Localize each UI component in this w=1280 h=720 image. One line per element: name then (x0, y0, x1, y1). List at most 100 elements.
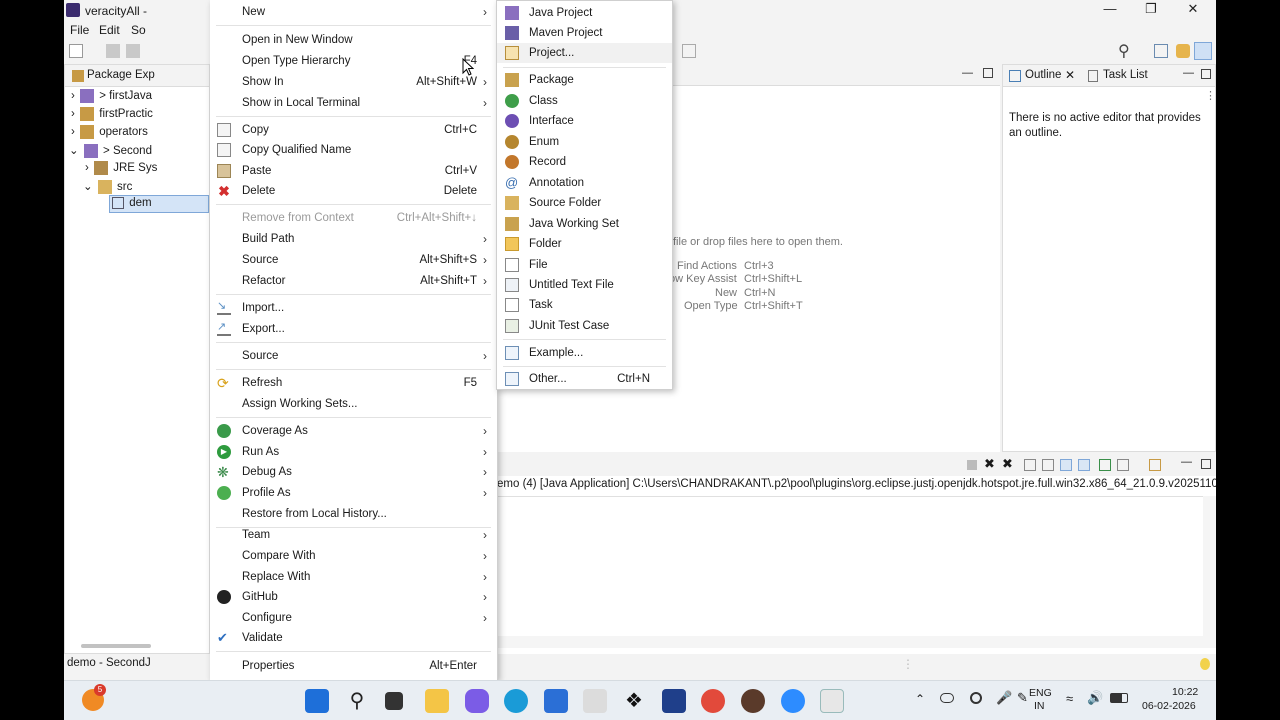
new-icon[interactable] (69, 44, 83, 58)
console-vertical-scrollbar[interactable] (1203, 496, 1216, 636)
pin-editor-icon[interactable] (682, 44, 696, 58)
taskbar-search-icon[interactable]: ⚲ (345, 689, 369, 713)
new-item-task[interactable]: Task (497, 295, 672, 315)
maximize-editor-icon[interactable] (983, 68, 993, 78)
b-app-icon[interactable] (662, 689, 686, 713)
new-item-java-working-set[interactable]: Java Working Set (497, 214, 672, 234)
search-icon[interactable]: ⚲ (1118, 41, 1130, 61)
ctx-item-assign-working-sets[interactable]: Assign Working Sets... (210, 394, 497, 414)
new-item-junit-test-case[interactable]: JUnit Test Case (497, 316, 672, 336)
maximize-console-icon[interactable] (1201, 459, 1211, 469)
new-item-file[interactable]: File (497, 255, 672, 275)
new-item-java-project[interactable]: Java Project (497, 3, 672, 23)
ctx-item-refresh[interactable]: ⟳ Refresh F5 (210, 373, 497, 393)
ctx-item-team[interactable]: Team › (210, 525, 497, 545)
new-item-folder[interactable]: Folder (497, 234, 672, 254)
display-console-icon[interactable] (1117, 459, 1129, 471)
ctx-item-new[interactable]: New › (210, 2, 497, 22)
ctx-item-refactor[interactable]: Refactor Alt+Shift+T › (210, 271, 497, 291)
edge-browser-icon[interactable] (504, 689, 528, 713)
task-list-tab[interactable]: Task List (1103, 69, 1148, 81)
dropbox-icon[interactable]: ❖ (622, 689, 646, 713)
scroll-lock-icon[interactable] (1024, 459, 1036, 471)
pen-icon[interactable]: ✎ (1017, 690, 1028, 706)
new-item-other[interactable]: Other... Ctrl+N (497, 369, 672, 389)
ctx-item-configure[interactable]: Configure › (210, 608, 497, 628)
horizontal-scrollbar[interactable] (81, 644, 151, 648)
ctx-item-replace-with[interactable]: Replace With › (210, 567, 497, 587)
new-item-record[interactable]: Record (497, 152, 672, 172)
eclipse-taskbar-icon[interactable] (741, 689, 765, 713)
console-horizontal-scrollbar[interactable] (497, 636, 1216, 648)
perspective-icon[interactable] (1154, 44, 1168, 58)
ctx-item-source-alt[interactable]: Source Alt+Shift+S › (210, 250, 497, 270)
show-console-stdout-icon[interactable] (1060, 459, 1072, 471)
clock-time[interactable]: 10:22 (1172, 686, 1198, 698)
close-window-button[interactable]: ✕ (1186, 2, 1200, 16)
ctx-item-open-type-hierarchy[interactable]: Open Type Hierarchy F4 (210, 51, 497, 71)
open-console-icon[interactable] (1149, 459, 1161, 471)
new-item-source-folder[interactable]: Source Folder (497, 193, 672, 213)
ctx-item-show-in[interactable]: Show In Alt+Shift+W › (210, 72, 497, 92)
minimize-outline-icon[interactable]: — (1183, 67, 1194, 79)
ctx-item-validate[interactable]: ✔ Validate (210, 628, 497, 648)
ctx-item-restore-local-history[interactable]: Restore from Local History... (210, 504, 497, 524)
recording-icon[interactable] (970, 692, 982, 704)
debug-perspective-icon[interactable] (1176, 44, 1190, 58)
ctx-item-paste[interactable]: Paste Ctrl+V (210, 161, 497, 181)
ctx-item-github[interactable]: GitHub › (210, 587, 497, 607)
task-view-icon[interactable] (385, 692, 403, 710)
ctx-item-build-path[interactable]: Build Path › (210, 229, 497, 249)
word-wrap-icon[interactable] (1042, 459, 1054, 471)
menu-edit[interactable]: Edit (99, 23, 120, 37)
microsoft-store-icon[interactable] (544, 689, 568, 713)
onedrive-icon[interactable] (940, 693, 954, 703)
ctx-item-delete[interactable]: ✖ Delete Delete (210, 181, 497, 201)
ctx-item-copy[interactable]: Copy Ctrl+C (210, 120, 497, 140)
new-item-annotation[interactable]: @ Annotation (497, 173, 672, 193)
maximize-outline-icon[interactable] (1201, 69, 1211, 79)
terminate-icon[interactable] (967, 460, 977, 470)
language-line2[interactable]: IN (1034, 700, 1045, 712)
ctx-item-source[interactable]: Source › (210, 346, 497, 366)
ctx-item-run-as[interactable]: ▶ Run As › (210, 442, 497, 462)
wifi-icon[interactable]: ≈ (1066, 691, 1073, 706)
tip-bulb-icon[interactable] (1200, 658, 1210, 670)
new-item-maven-project[interactable]: Maven Project (497, 23, 672, 43)
ctx-item-open-new-window[interactable]: Open in New Window (210, 30, 497, 50)
battery-icon[interactable] (1110, 693, 1128, 703)
maximize-button[interactable]: ❐ (1144, 2, 1158, 16)
ctx-item-show-local-terminal[interactable]: Show in Local Terminal › (210, 93, 497, 113)
minimize-editor-icon[interactable]: — (962, 67, 973, 79)
ctx-item-coverage-as[interactable]: Coverage As › (210, 421, 497, 441)
copilot-icon[interactable] (465, 689, 489, 713)
expand-chevron-icon[interactable]: › (71, 126, 75, 138)
zoom-icon[interactable] (781, 689, 805, 713)
show-console-stderr-icon[interactable] (1078, 459, 1090, 471)
pin-console-icon[interactable] (1099, 459, 1111, 471)
tree-item-jre-system[interactable]: › JRE Sys (85, 161, 157, 179)
tree-item-firstpractic[interactable]: › firstPractic (71, 107, 153, 125)
new-item-class[interactable]: Class (497, 91, 672, 111)
new-item-interface[interactable]: Interface (497, 111, 672, 131)
show-hidden-icons-icon[interactable]: ⌃ (915, 692, 925, 706)
console-output[interactable] (497, 496, 1203, 636)
ctx-item-compare-with[interactable]: Compare With › (210, 546, 497, 566)
tree-item-operators[interactable]: › operators (71, 125, 148, 143)
clock-date[interactable]: 06-02-2026 (1142, 700, 1196, 712)
ctx-item-import[interactable]: ↘ Import... (210, 298, 497, 318)
save-all-icon[interactable] (126, 44, 140, 58)
collapse-chevron-icon[interactable]: ⌄ (69, 145, 79, 157)
new-item-untitled-text-file[interactable]: Untitled Text File (497, 275, 672, 295)
start-menu-icon[interactable] (305, 689, 329, 713)
new-item-package[interactable]: Package (497, 70, 672, 90)
ctx-item-properties[interactable]: Properties Alt+Enter (210, 656, 497, 676)
remove-all-icon[interactable]: ✖ (1002, 456, 1013, 472)
language-line1[interactable]: ENG (1029, 687, 1052, 699)
tree-item-second[interactable]: ⌄ > Second (69, 143, 152, 161)
outline-view-menu-icon[interactable]: ⋮ (1205, 89, 1216, 102)
new-item-enum[interactable]: Enum (497, 132, 672, 152)
chrome-icon[interactable] (701, 689, 725, 713)
close-outline-icon[interactable]: ✕ (1065, 68, 1075, 82)
remove-launch-icon[interactable]: ✖ (984, 456, 995, 472)
